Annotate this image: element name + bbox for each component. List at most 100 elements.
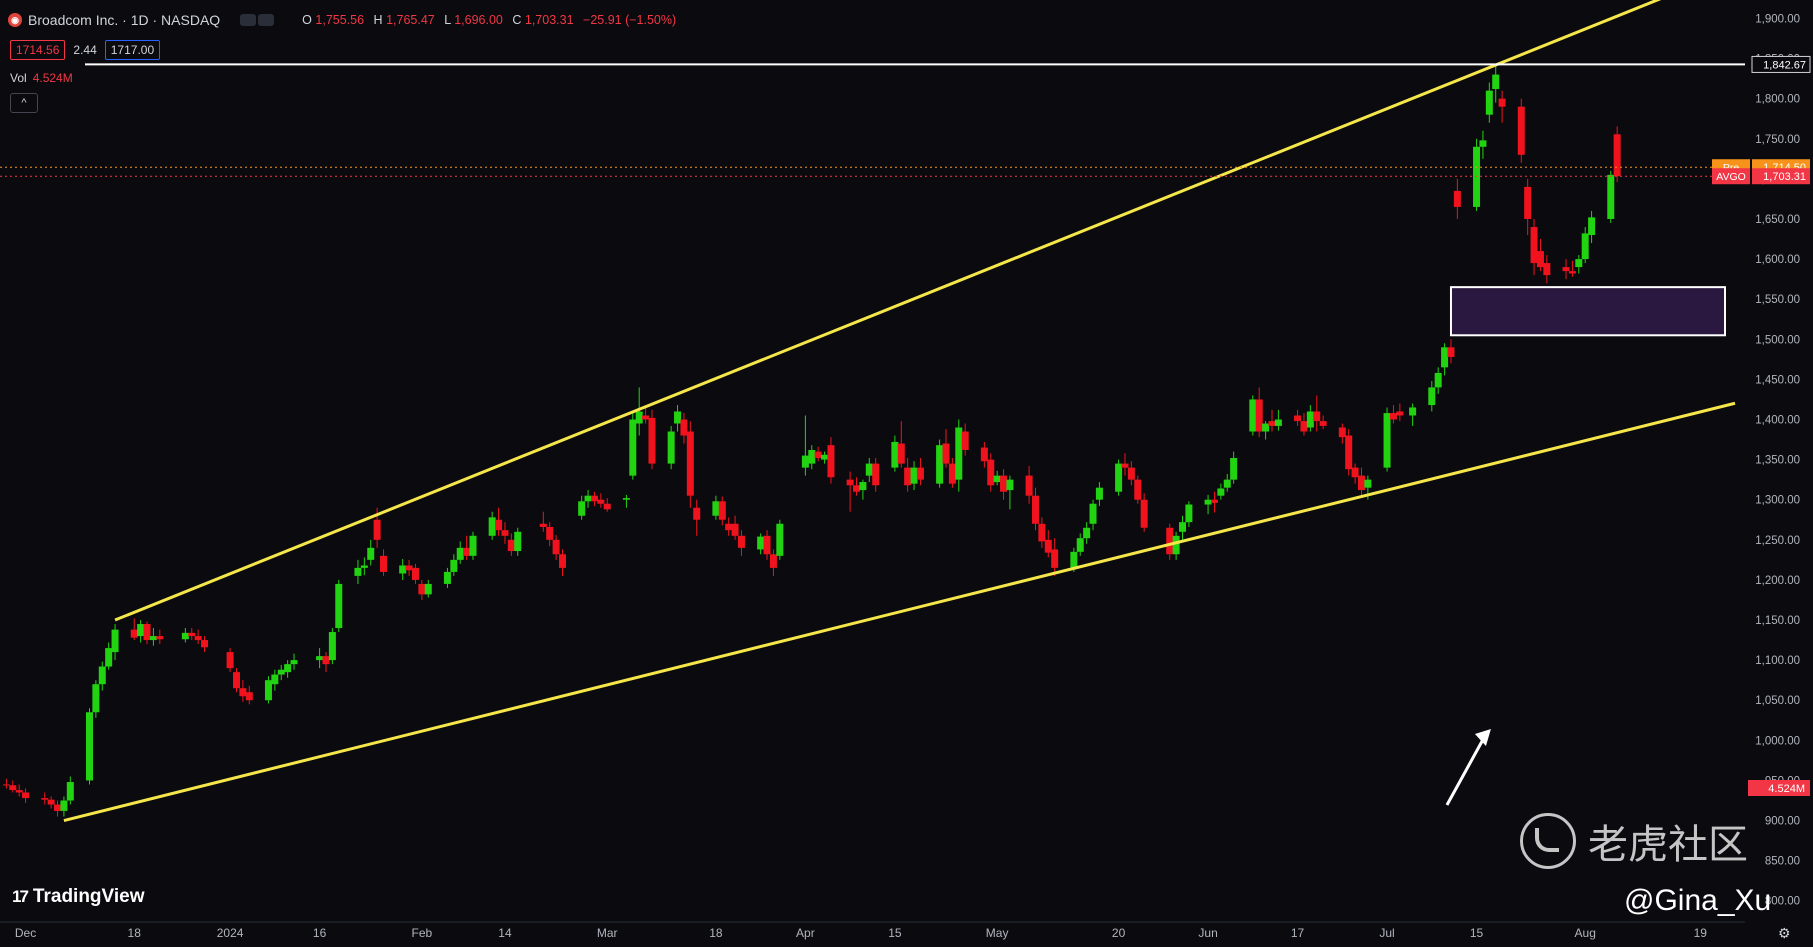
candle-body xyxy=(891,441,899,468)
candle-body xyxy=(456,547,464,560)
high-value: 1,765.47 xyxy=(386,13,435,27)
candle-body xyxy=(897,443,905,464)
flag-icon[interactable] xyxy=(258,14,275,26)
price-tick-label: 1,000.00 xyxy=(1755,735,1800,747)
candle-body xyxy=(335,583,343,629)
time-tick-label: 15 xyxy=(888,926,902,940)
candle-body xyxy=(60,800,68,811)
candle-body xyxy=(1006,479,1014,491)
candle-body xyxy=(680,419,688,436)
candle-body xyxy=(1588,217,1596,236)
candle-body xyxy=(674,411,682,424)
candle-body xyxy=(354,567,362,576)
chart-header: ◉ Broadcom Inc. · 1D · NASDAQ O 1,755.56… xyxy=(8,12,682,28)
price-tick-label: 1,300.00 xyxy=(1755,495,1800,507)
time-axis-background xyxy=(0,922,1813,947)
price-tick-label: 1,200.00 xyxy=(1755,575,1800,587)
candle-body xyxy=(1115,463,1123,492)
candle-body xyxy=(1441,347,1449,368)
chevron-up-icon: ^ xyxy=(21,97,27,109)
candle-body xyxy=(1089,503,1097,524)
candle-body xyxy=(47,799,55,805)
candle-body xyxy=(488,517,496,536)
candle-body xyxy=(814,451,822,458)
candle-body xyxy=(1179,522,1187,532)
candle-body xyxy=(41,798,49,800)
candle-body xyxy=(936,445,944,484)
candle-body xyxy=(411,567,419,580)
candle-body xyxy=(1268,421,1276,426)
volume-legend[interactable]: Vol 4.524M xyxy=(10,71,73,85)
candle-body xyxy=(1051,549,1059,568)
candle-body xyxy=(54,804,62,811)
candle-body xyxy=(821,454,829,460)
candle-body xyxy=(328,632,336,661)
candle-body xyxy=(405,565,413,571)
time-tick-label: 16 xyxy=(313,926,327,940)
candle-body xyxy=(552,539,560,555)
candle-body xyxy=(85,712,93,781)
ask-button[interactable]: 1717.00 xyxy=(104,40,161,60)
candle-body xyxy=(1217,488,1225,496)
candle-body xyxy=(693,507,701,520)
candle-body xyxy=(712,501,720,516)
low-value: 1,696.00 xyxy=(454,13,503,27)
sun-icon[interactable] xyxy=(240,14,257,26)
price-tick-label: 1,600.00 xyxy=(1755,254,1800,266)
candle-body xyxy=(853,485,861,492)
candle-body xyxy=(469,535,477,556)
time-tick-label: May xyxy=(986,926,1009,940)
author-handle: @Gina_Xu xyxy=(1624,884,1772,917)
candle-body xyxy=(827,445,835,478)
candle-body xyxy=(642,415,650,420)
candle-body xyxy=(635,411,643,424)
price-chart[interactable]: 800.00850.00900.00950.001,000.001,050.00… xyxy=(0,0,1813,947)
time-tick-label: 2024 xyxy=(217,926,244,940)
market-status-flags[interactable] xyxy=(240,14,275,26)
candle-body xyxy=(1210,499,1218,503)
candle-body xyxy=(1345,435,1353,470)
tradingview-logo[interactable]: 17 TradingView xyxy=(12,886,145,908)
time-axis[interactable]: Dec 18 2024 16 Feb 14 Mar 18 Apr 15 May 20 Jun 17 Jul 1… xyxy=(0,921,1813,947)
broadcom-logo-icon: ◉ xyxy=(8,13,22,27)
candle-body xyxy=(859,482,867,491)
candle-body xyxy=(316,656,324,661)
candle-body xyxy=(239,688,247,697)
candle-body xyxy=(105,648,113,667)
collapse-indicators-button[interactable]: ^ xyxy=(10,93,38,113)
candle-body xyxy=(507,539,515,552)
candle-body xyxy=(1338,427,1346,438)
candle-body xyxy=(373,519,381,540)
symbol-title[interactable]: Broadcom Inc. · 1D · NASDAQ xyxy=(28,12,220,28)
candle-body xyxy=(872,463,880,486)
candle-body xyxy=(1274,419,1282,426)
candle-body xyxy=(546,526,554,540)
candle-body xyxy=(399,565,407,574)
close-value: 1,703.31 xyxy=(524,13,574,27)
candle-body xyxy=(980,447,988,462)
candle-body xyxy=(277,669,285,675)
bid-button[interactable]: 1714.56 xyxy=(10,40,66,60)
tiger-logo-icon xyxy=(1520,813,1576,869)
candle-body xyxy=(1613,134,1621,177)
candle-body xyxy=(1524,186,1532,219)
time-tick-label: 19 xyxy=(1694,926,1708,940)
candle-body xyxy=(942,443,950,464)
spread-value: 2.44 xyxy=(73,43,97,57)
candle-body xyxy=(584,495,592,502)
candle-body xyxy=(987,459,995,486)
change-value: −25.91 (−1.50%) xyxy=(583,13,677,27)
candle-body xyxy=(1568,271,1576,274)
candle-body xyxy=(1294,415,1302,422)
gear-icon[interactable]: ⚙ xyxy=(1778,925,1791,942)
candle-body xyxy=(1351,467,1359,478)
time-tick-label: 20 xyxy=(1112,926,1126,940)
candle-body xyxy=(1230,457,1238,480)
candle-body xyxy=(1134,479,1142,500)
candle-body xyxy=(130,629,138,638)
candle-body xyxy=(961,431,969,450)
candle-body xyxy=(66,782,74,801)
candle-body xyxy=(648,417,656,464)
candle-body xyxy=(1249,399,1257,432)
candle-body xyxy=(993,475,1001,483)
